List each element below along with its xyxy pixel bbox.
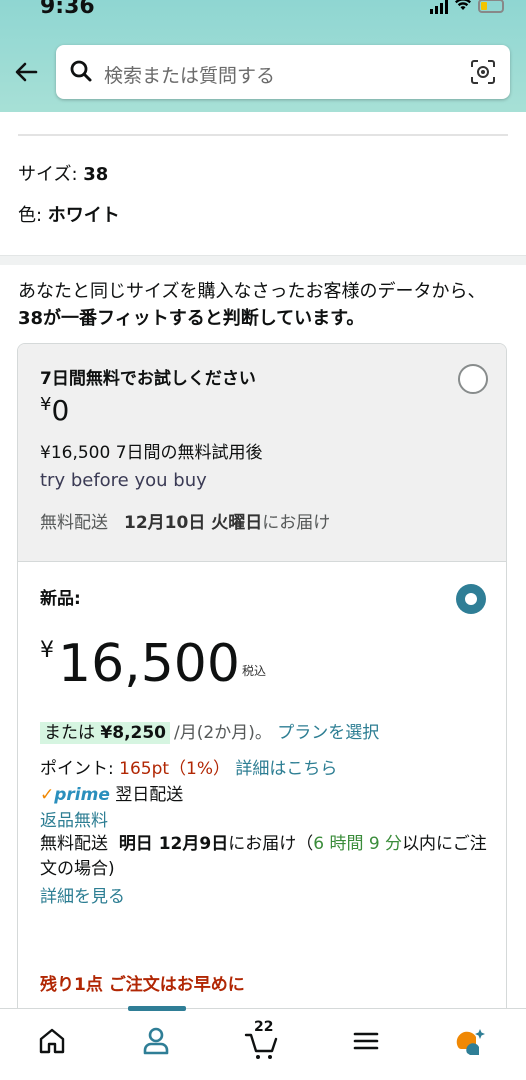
section-separator (0, 255, 526, 265)
trial-title: 7日間無料でお試しください (40, 369, 256, 389)
new-price-value: 16,500 (58, 634, 240, 694)
ship-label: 無料配送 (40, 834, 108, 854)
status-icons (430, 0, 504, 15)
points-label: ポイント: (40, 759, 120, 779)
ship-date: 明日 12月9日 (118, 834, 229, 854)
trial-delivery: 無料配送 12月10日 火曜日にお届け (40, 508, 330, 533)
status-time: 9:36 (40, 0, 95, 19)
trial-delivery-suffix: にお届け (262, 513, 331, 533)
installment-period: /月(2か月)。 (174, 723, 272, 743)
size-attribute: サイズ: 38 (18, 160, 108, 186)
menu-icon[interactable] (348, 1023, 388, 1063)
status-bar: 9:36 (0, 0, 526, 22)
home-icon[interactable] (34, 1023, 74, 1063)
buying-options: 7日間無料でお試しください ¥0 ¥16,500 7日間の無料試用後 try b… (17, 343, 507, 1043)
fit-message-bold: 38が一番フィットすると判断しています。 (18, 308, 365, 329)
fit-message: あなたと同じサイズを購入なさったお客様のデータから、 38が一番フィットすると判断… (18, 278, 488, 332)
rufus-assistant-icon[interactable] (452, 1023, 492, 1063)
installment-highlight: または ¥8,250 (40, 722, 171, 744)
battery-icon (478, 0, 504, 13)
header-bar: 9:36 検索または質問する (0, 0, 526, 112)
camera-search-icon[interactable] (470, 59, 496, 85)
installment-amount: ¥8,250 (100, 723, 167, 743)
cart-count: 22 (254, 1019, 274, 1035)
shipping-info: 無料配送 明日 12月9日にお届け（6 時間 9 分以内にご注文の場合) (40, 832, 490, 882)
prime-check-icon: ✓ (40, 785, 55, 805)
prime-delivery: ✓prime 翌日配送 (40, 780, 183, 805)
trial-price: ¥0 (40, 394, 69, 427)
fit-message-text: あなたと同じサイズを購入なさったお客様のデータから、 (18, 281, 486, 302)
color-value: ホワイト (47, 205, 120, 226)
trial-price-value: 0 (51, 394, 70, 427)
new-option-title: 新品: (40, 589, 81, 609)
new-option-radio[interactable] (456, 584, 486, 614)
trial-currency: ¥ (40, 394, 52, 415)
account-icon[interactable] (138, 1023, 178, 1063)
search-input[interactable]: 検索または質問する (104, 61, 275, 88)
tax-label: 税込 (242, 664, 267, 678)
trial-after-price: ¥16,500 7日間の無料試用後 (40, 443, 263, 463)
points-info: ポイント: 165pt（1%） 詳細はこちら (40, 754, 337, 779)
trial-delivery-date: 12月10日 火曜日 (124, 513, 263, 533)
search-icon (68, 58, 94, 84)
stock-warning: 残り1点 ご注文はお早めに (40, 975, 245, 995)
ship-mid: にお届け（ (228, 834, 314, 854)
try-before-you-buy-label: try before you buy (40, 470, 207, 491)
trial-option[interactable]: 7日間無料でお試しください ¥0 ¥16,500 7日間の無料試用後 try b… (18, 344, 506, 562)
color-label: 色: (18, 205, 48, 226)
prime-delivery-text: 翌日配送 (115, 785, 184, 805)
installment-prefix: または (44, 723, 101, 743)
ship-countdown: 6 時間 9 分 (313, 834, 403, 854)
trial-delivery-label: 無料配送 (40, 513, 108, 533)
select-plan-link[interactable]: プランを選択 (277, 723, 379, 743)
cart-icon[interactable]: 22 (242, 1019, 282, 1063)
new-price: ¥16,500 (40, 634, 240, 694)
new-currency: ¥ (40, 638, 54, 663)
signal-icon (430, 0, 448, 14)
wifi-icon (454, 0, 472, 15)
trial-radio[interactable] (458, 364, 488, 394)
size-value: 38 (83, 164, 109, 185)
search-bar[interactable]: 検索または質問する (56, 45, 510, 99)
points-details-link[interactable]: 詳細はこちら (235, 759, 337, 779)
active-tab-indicator (128, 1006, 186, 1011)
divider (18, 134, 508, 136)
prime-logo: prime (54, 785, 110, 805)
bottom-nav: 22 (0, 1006, 526, 1080)
size-label: サイズ: (18, 164, 84, 185)
free-returns-link[interactable]: 返品無料 (40, 806, 108, 831)
see-details-link[interactable]: 詳細を見る (40, 882, 125, 907)
installment-info: または ¥8,250/月(2か月)。 プランを選択 (40, 718, 379, 744)
points-value: 165pt（1%） (119, 759, 231, 779)
back-arrow-icon[interactable] (12, 58, 44, 90)
color-attribute: 色: ホワイト (18, 201, 120, 227)
